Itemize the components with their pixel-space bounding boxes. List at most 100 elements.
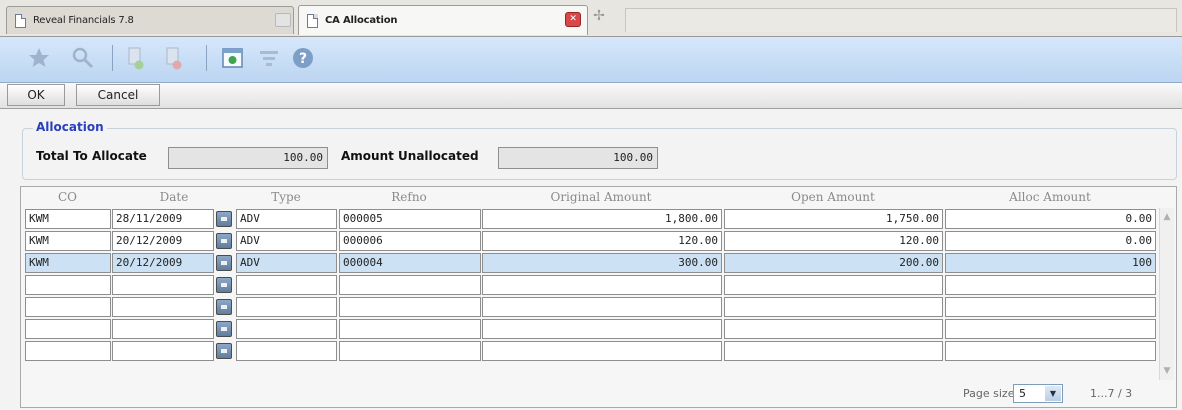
refresh-icon[interactable] [220,45,246,71]
close-icon[interactable]: ✕ [565,12,581,27]
alloc-amount-cell[interactable]: 0.00 [945,209,1156,229]
type-cell[interactable]: ADV [236,253,337,273]
refno-cell[interactable]: 000004 [339,253,481,273]
refno-cell[interactable]: 000005 [339,209,481,229]
open-amount-cell[interactable] [724,319,943,339]
date-cell[interactable]: 20/12/2009 [112,231,214,251]
calendar-icon[interactable] [216,299,232,315]
original-amount-cell[interactable] [482,297,722,317]
scroll-up-icon[interactable]: ▲ [1160,210,1174,224]
date-cell[interactable] [112,319,214,339]
open-amount-cell[interactable]: 120.00 [724,231,943,251]
open-amount-cell[interactable]: 1,750.00 [724,209,943,229]
cancel-button[interactable]: Cancel [76,84,160,106]
original-amount-cell[interactable] [482,319,722,339]
new-tab-icon[interactable]: ✢ [592,8,606,24]
tab-close-icon[interactable] [275,13,291,27]
tab-reveal-financials[interactable]: Reveal Financials 7.8 [6,6,294,34]
column-header-refno[interactable]: Refno [338,187,480,207]
original-amount-cell[interactable] [482,341,722,361]
column-header-original-amount[interactable]: Original Amount [481,187,721,207]
column-header-co[interactable]: CO [25,187,110,207]
calendar-icon[interactable] [216,211,232,227]
co-cell[interactable]: KWM [25,253,111,273]
column-header-date[interactable]: Date [112,187,236,207]
alloc-amount-cell[interactable]: 100 [945,253,1156,273]
co-cell[interactable]: KWM [25,209,111,229]
svg-text:?: ? [299,51,307,67]
tab-label: CA Allocation [325,15,398,26]
page-size-label: Page size: [963,387,1019,400]
grid-scrollbar[interactable]: ▲ ▼ [1159,208,1174,380]
toolbar-separator [206,45,207,71]
amount-unallocated-label: Amount Unallocated [341,149,479,163]
tab-strip-empty [625,8,1177,32]
total-to-allocate-field: 100.00 [168,147,328,169]
tab-ca-allocation[interactable]: CA Allocation ✕ [298,5,588,35]
tab-strip: Reveal Financials 7.8 CA Allocation ✕ ✢ [0,0,1182,37]
chevron-down-icon[interactable]: ▼ [1045,386,1061,401]
calendar-icon[interactable] [216,343,232,359]
original-amount-cell[interactable]: 300.00 [482,253,722,273]
type-cell[interactable] [236,341,337,361]
tab-label: Reveal Financials 7.8 [33,15,134,26]
date-cell[interactable] [112,297,214,317]
add-document-icon[interactable] [122,45,148,71]
calendar-icon[interactable] [216,277,232,293]
open-amount-cell[interactable] [724,297,943,317]
co-cell[interactable] [25,297,111,317]
type-cell[interactable]: ADV [236,231,337,251]
column-header-type[interactable]: Type [236,187,336,207]
calendar-icon[interactable] [216,233,232,249]
original-amount-cell[interactable]: 1,800.00 [482,209,722,229]
alloc-amount-cell[interactable]: 0.00 [945,231,1156,251]
date-cell[interactable] [112,341,214,361]
help-icon[interactable]: ? [290,45,316,71]
open-amount-cell[interactable] [724,275,943,295]
co-cell[interactable] [25,319,111,339]
date-cell[interactable]: 20/12/2009 [112,253,214,273]
filter-icon[interactable] [256,45,282,71]
column-header-open-amount[interactable]: Open Amount [723,187,943,207]
refno-cell[interactable]: 000006 [339,231,481,251]
date-cell[interactable] [112,275,214,295]
ok-button[interactable]: OK [7,84,65,106]
refno-cell[interactable] [339,341,481,361]
page-size-select[interactable]: 5 ▼ [1013,384,1063,403]
type-cell[interactable] [236,275,337,295]
allocation-group-title: Allocation [33,120,107,134]
remove-document-icon[interactable] [160,45,186,71]
calendar-icon[interactable] [216,255,232,271]
document-icon [15,13,26,28]
column-header-alloc-amount[interactable]: Alloc Amount [945,187,1155,207]
amount-unallocated-field: 100.00 [498,147,658,169]
date-cell[interactable]: 28/11/2009 [112,209,214,229]
type-cell[interactable] [236,297,337,317]
toolbar: ? [0,37,1182,83]
favorite-icon[interactable] [26,45,52,71]
type-cell[interactable]: ADV [236,209,337,229]
type-cell[interactable] [236,319,337,339]
alloc-amount-cell[interactable] [945,297,1156,317]
refno-cell[interactable] [339,275,481,295]
alloc-amount-cell[interactable] [945,341,1156,361]
open-amount-cell[interactable]: 200.00 [724,253,943,273]
search-icon[interactable] [70,45,96,71]
open-amount-cell[interactable] [724,341,943,361]
co-cell[interactable] [25,341,111,361]
refno-cell[interactable] [339,297,481,317]
alloc-amount-cell[interactable] [945,275,1156,295]
refno-cell[interactable] [339,319,481,339]
co-cell[interactable]: KWM [25,231,111,251]
scroll-down-icon[interactable]: ▼ [1160,364,1174,378]
toolbar-separator [112,45,113,71]
co-cell[interactable] [25,275,111,295]
calendar-icon[interactable] [216,321,232,337]
total-to-allocate-label: Total To Allocate [36,149,147,163]
action-bar: OK Cancel [0,83,1182,109]
pager-info: 1...7 / 3 [1090,387,1133,400]
original-amount-cell[interactable] [482,275,722,295]
document-icon [307,13,318,28]
original-amount-cell[interactable]: 120.00 [482,231,722,251]
alloc-amount-cell[interactable] [945,319,1156,339]
